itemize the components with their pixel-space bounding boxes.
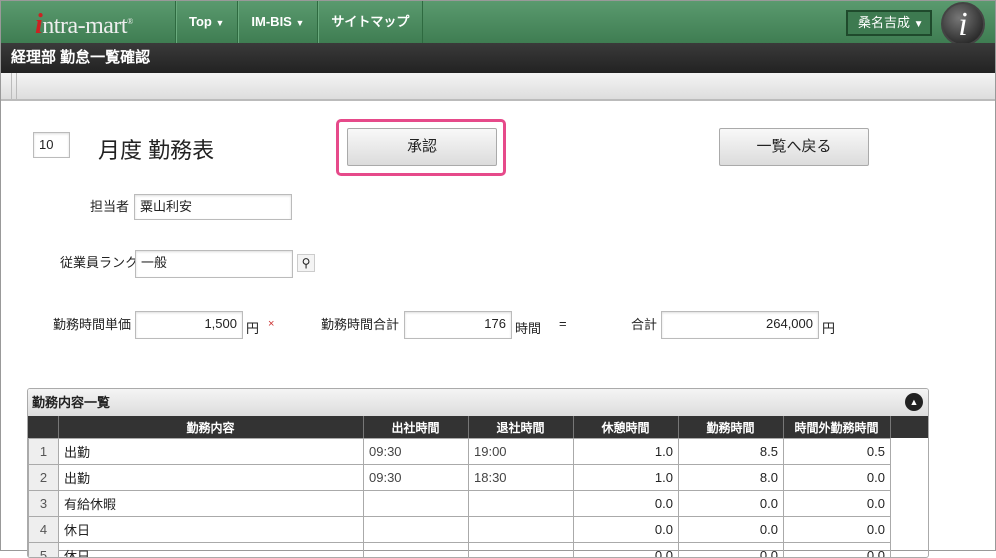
collapse-icon[interactable]: ▲ — [905, 393, 923, 411]
header-bar: intra-mart® Top ▼ IM-BIS ▼ サイトマップ 桑名吉成 ▼… — [1, 1, 995, 43]
cell-overtime: 0.0 — [784, 491, 891, 517]
col-out: 退社時間 — [468, 416, 573, 438]
yen-unit-total: 円 — [822, 318, 835, 337]
cell-in: 09:30 — [364, 465, 469, 491]
panel-header: 勤務内容一覧▲ — [28, 389, 928, 416]
cell-rest: 0.0 — [574, 491, 679, 517]
cell-overtime: 0.0 — [784, 465, 891, 491]
cell-in — [364, 517, 469, 543]
cell-work: 8.5 — [679, 439, 784, 465]
cell-in — [364, 491, 469, 517]
table-row[interactable]: 4休日0.00.00.0 — [29, 517, 891, 543]
col-in: 出社時間 — [363, 416, 468, 438]
cell-type: 出勤 — [59, 439, 364, 465]
cell-overtime: 0.5 — [784, 439, 891, 465]
work-list-panel: 勤務内容一覧▲ 勤務内容 出社時間 退社時間 休憩時間 勤務時間 時間外勤務時間… — [27, 388, 929, 558]
total-field[interactable]: 264,000 — [661, 311, 819, 339]
unit-price-field[interactable]: 1,500 — [135, 311, 243, 339]
cell-in — [364, 543, 469, 558]
row-number: 2 — [29, 465, 59, 491]
table-row[interactable]: 5休日0.00.00.0 — [29, 543, 891, 558]
nav-top[interactable]: Top ▼ — [176, 1, 238, 43]
table-row[interactable]: 3有給休暇0.00.00.0 — [29, 491, 891, 517]
page-title: 経理部 勤怠一覧確認 — [1, 43, 995, 73]
work-table: 勤務内容 出社時間 退社時間 休憩時間 勤務時間 時間外勤務時間 — [28, 416, 891, 438]
cell-work: 0.0 — [679, 543, 784, 558]
col-type: 勤務内容 — [58, 416, 363, 438]
search-icon[interactable]: ⚲ — [297, 254, 315, 272]
unit-price-label: 勤務時間単価 — [53, 314, 131, 333]
user-menu[interactable]: 桑名吉成 ▼ — [846, 10, 932, 36]
col-rest: 休憩時間 — [573, 416, 678, 438]
month-input[interactable]: 10 — [33, 132, 70, 158]
rank-label: 従業員ランク — [60, 252, 138, 271]
cell-rest: 1.0 — [574, 439, 679, 465]
col-work: 勤務時間 — [678, 416, 783, 438]
row-number: 1 — [29, 439, 59, 465]
rank-field[interactable]: 一般 — [135, 250, 293, 278]
hours-unit: 時間 — [515, 318, 541, 337]
equals-sign: = — [559, 316, 567, 331]
intra-mart-logo[interactable]: intra-mart® — [35, 9, 133, 41]
toolbar — [1, 73, 995, 101]
cell-out: 19:00 — [469, 439, 574, 465]
multiply-sign: × — [268, 318, 274, 330]
caret-down-icon: ▼ — [215, 18, 224, 28]
cell-out: 18:30 — [469, 465, 574, 491]
cell-overtime: 0.0 — [784, 517, 891, 543]
main-nav: Top ▼ IM-BIS ▼ サイトマップ — [175, 1, 423, 43]
col-overtime: 時間外勤務時間 — [783, 416, 890, 438]
im-logo-icon[interactable]: i — [941, 2, 985, 46]
cell-out — [469, 543, 574, 558]
cell-type: 休日 — [59, 517, 364, 543]
table-row[interactable]: 1出勤09:3019:001.08.50.5 — [29, 439, 891, 465]
cell-rest: 0.0 — [574, 543, 679, 558]
cell-out — [469, 491, 574, 517]
nav-im-bis[interactable]: IM-BIS ▼ — [238, 1, 318, 43]
caret-down-icon: ▼ — [295, 18, 304, 28]
cell-work: 8.0 — [679, 465, 784, 491]
table-row[interactable]: 2出勤09:3018:301.08.00.0 — [29, 465, 891, 491]
cell-work: 0.0 — [679, 491, 784, 517]
work-table-body: 1出勤09:3019:001.08.50.52出勤09:3018:301.08.… — [28, 438, 891, 558]
toolbar-handle — [11, 73, 17, 101]
cell-type: 有給休暇 — [59, 491, 364, 517]
caret-down-icon: ▼ — [914, 19, 924, 30]
table-header-row: 勤務内容 出社時間 退社時間 休憩時間 勤務時間 時間外勤務時間 — [28, 416, 890, 438]
row-number: 4 — [29, 517, 59, 543]
back-to-list-button[interactable]: 一覧へ戻る — [719, 128, 869, 166]
person-label: 担当者 — [90, 196, 129, 215]
person-field[interactable]: 粟山利安 — [134, 194, 292, 220]
sheet-heading: 月度 勤務表 — [98, 133, 214, 165]
total-label: 合計 — [631, 314, 657, 333]
yen-unit: 円 — [246, 318, 259, 337]
total-hours-field[interactable]: 176 — [404, 311, 512, 339]
row-number: 5 — [29, 543, 59, 558]
approve-button[interactable]: 承認 — [347, 128, 497, 166]
cell-overtime: 0.0 — [784, 543, 891, 558]
cell-rest: 0.0 — [574, 517, 679, 543]
nav-sitemap[interactable]: サイトマップ — [318, 1, 423, 43]
cell-work: 0.0 — [679, 517, 784, 543]
cell-rest: 1.0 — [574, 465, 679, 491]
row-number: 3 — [29, 491, 59, 517]
total-hours-label: 勤務時間合計 — [321, 314, 399, 333]
cell-out — [469, 517, 574, 543]
cell-type: 出勤 — [59, 465, 364, 491]
cell-in: 09:30 — [364, 439, 469, 465]
cell-type: 休日 — [59, 543, 364, 558]
